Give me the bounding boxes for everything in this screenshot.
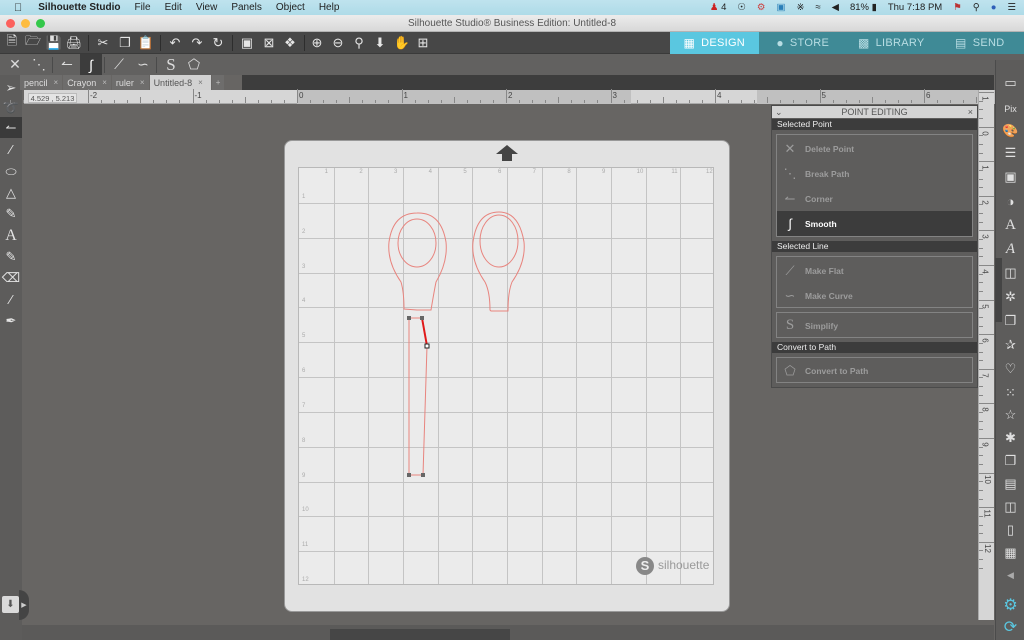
right-panel-bar: ▭ Pix 🎨 ☰ ▣ ◑ A A ◫ ✲ ❐ ✰ ♡ ⁙ ☆ ✱ ❐ ▤ ◫ … — [995, 60, 1024, 640]
knife-icon[interactable]: ✱ — [996, 427, 1024, 449]
selected-point-group: ✕ Delete Point ⋱ Break Path ↼ Corner ∫ Smoot… — [776, 134, 973, 237]
shape-inner-left — [397, 218, 437, 268]
section-selected-point: Selected Point — [772, 119, 977, 130]
shadow-icon[interactable]: ▣ — [996, 166, 1024, 188]
collapse-chevron-icon[interactable]: ⌄ — [775, 106, 783, 118]
delete-point-icon: ✕ — [784, 140, 796, 156]
rhinestone-icon[interactable]: ☆ — [996, 404, 1024, 426]
download-arrow-icon: ⬇ — [6, 599, 15, 610]
corner-icon: ↼ — [784, 190, 796, 206]
make-flat-icon: ⟋ — [785, 262, 795, 278]
convert-to-path-label: Convert to Path — [805, 365, 869, 376]
selected-segment — [421, 317, 428, 347]
transparency-icon[interactable]: ◑ — [996, 190, 1024, 212]
horizontal-scrollbar[interactable] — [330, 629, 510, 640]
simplify-label: Simplify — [805, 320, 839, 331]
make-curve-icon: ∽ — [784, 287, 796, 303]
page-setup-icon[interactable]: ▭ — [996, 72, 1024, 94]
path-node — [407, 316, 411, 320]
text-to-path-icon[interactable]: A — [996, 238, 1024, 260]
modify-icon[interactable]: ✰ — [996, 334, 1024, 356]
break-path-label: Break Path — [805, 168, 850, 179]
smooth-icon: ∫ — [788, 216, 792, 231]
break-path-icon: ⋱ — [783, 165, 797, 181]
right-bar-scrollbar[interactable] — [995, 258, 1002, 322]
settings-gear-icon[interactable]: ⚙ — [996, 594, 1024, 616]
corner-button[interactable]: ↼ Corner — [777, 186, 972, 211]
panel-header: ⌄ POINT EDITING × — [772, 106, 977, 118]
3d-fold-icon[interactable]: ▦ — [996, 542, 1024, 564]
delete-point-label: Delete Point — [805, 143, 855, 154]
make-curve-button[interactable]: ∽ Make Curve — [777, 283, 972, 308]
point-editing-panel: ⌄ POINT EDITING × Selected Point ✕ Delete… — [771, 105, 978, 388]
sync-cloud-icon[interactable]: ⟳ — [996, 616, 1024, 638]
make-curve-label: Make Curve — [805, 290, 853, 301]
path-node — [407, 473, 411, 477]
layers-icon[interactable]: ❐ — [996, 450, 1024, 472]
smooth-label: Smooth — [805, 218, 837, 229]
convert-to-path-button[interactable]: ⬠ Convert to Path — [777, 358, 972, 383]
path-node-selected — [424, 343, 430, 349]
library-folder-button[interactable]: ⬇ — [2, 596, 19, 613]
shape-edited-path — [408, 317, 428, 476]
pentagon-icon: ⬠ — [784, 362, 796, 378]
panel-title: POINT EDITING — [841, 107, 908, 117]
smooth-button[interactable]: ∫ Smooth — [777, 211, 972, 236]
sketch-icon[interactable]: ▤ — [996, 473, 1024, 495]
simplify-group: S Simplify — [776, 312, 973, 338]
collapse-arrow-icon[interactable]: ◀ — [996, 564, 1024, 586]
selected-line-group: ⟋ Make Flat ∽ Make Curve — [776, 256, 973, 308]
pixscan-icon[interactable]: Pix — [996, 98, 1024, 120]
make-flat-button[interactable]: ⟋ Make Flat — [777, 258, 972, 283]
convert-group: ⬠ Convert to Path — [776, 357, 973, 383]
section-selected-line: Selected Line — [772, 241, 977, 252]
break-path-button[interactable]: ⋱ Break Path — [777, 161, 972, 186]
nesting-icon[interactable]: ◫ — [996, 496, 1024, 518]
delete-point-button[interactable]: ✕ Delete Point — [777, 136, 972, 161]
make-flat-label: Make Flat — [805, 265, 844, 276]
trace-icon[interactable]: ⁙ — [996, 382, 1024, 404]
shape-outer-right — [472, 211, 525, 312]
fill-palette-icon[interactable]: 🎨 — [996, 120, 1024, 142]
simplify-icon: S — [785, 317, 795, 333]
warp-icon[interactable]: ▯ — [996, 519, 1024, 541]
shape-inner-right — [479, 214, 519, 268]
section-convert-to-path: Convert to Path — [772, 342, 977, 353]
close-panel-icon[interactable]: × — [968, 106, 973, 118]
line-style-icon[interactable]: ☰ — [996, 142, 1024, 164]
text-style-icon[interactable]: A — [996, 214, 1024, 236]
path-node — [421, 473, 425, 477]
offset-icon[interactable]: ♡ — [996, 358, 1024, 380]
simplify-button[interactable]: S Simplify — [777, 313, 972, 338]
corner-label: Corner — [805, 193, 833, 204]
chevron-right-icon: ▶ — [21, 602, 27, 609]
shape-outer-left — [388, 212, 447, 311]
path-node — [420, 316, 424, 320]
